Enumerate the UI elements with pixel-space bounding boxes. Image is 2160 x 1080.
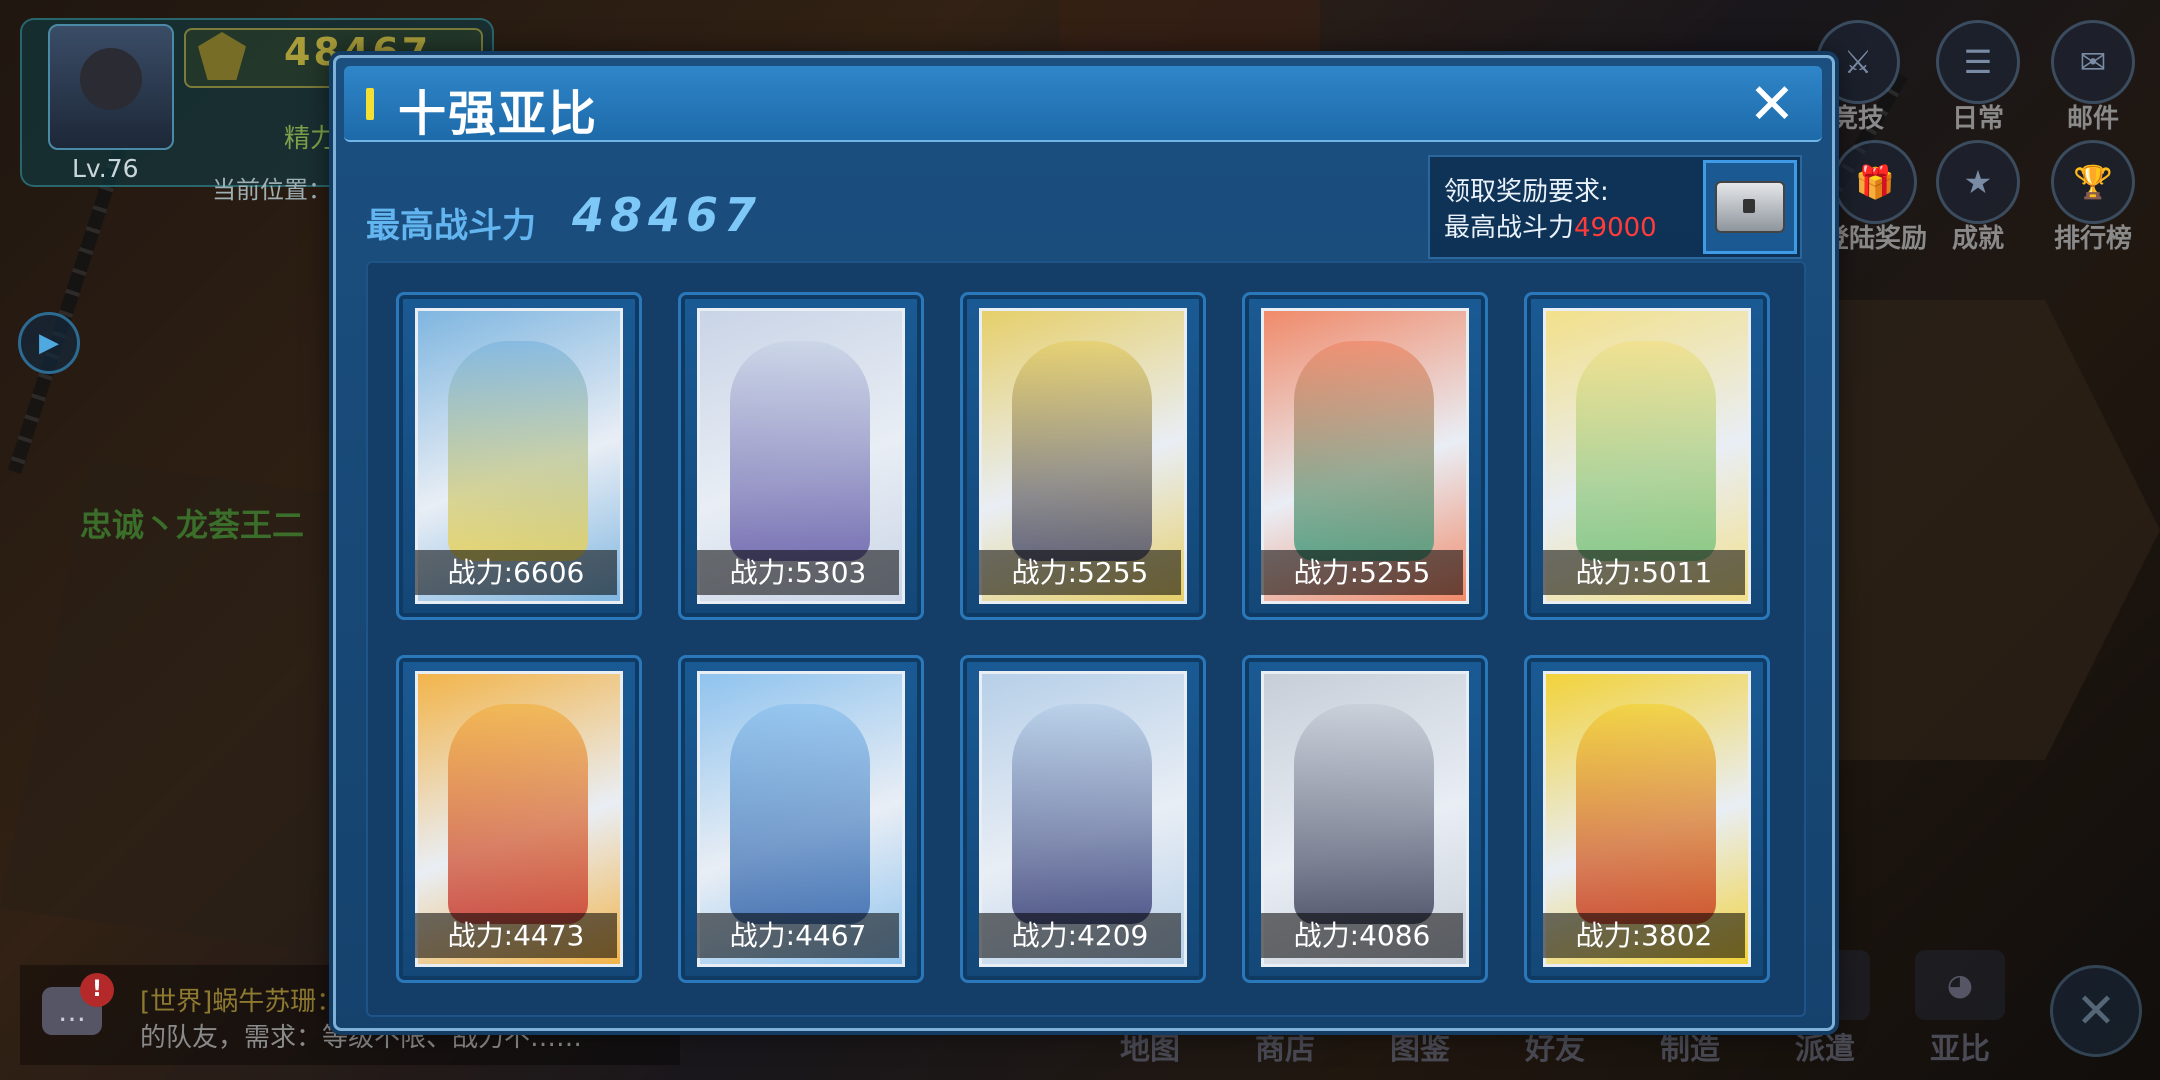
chat-alert-badge: ! (80, 973, 114, 1007)
yabi-figure (730, 704, 870, 924)
top-menu-daily[interactable]: ☰ 日常 (1930, 20, 2026, 135)
reward-requirement: 领取奖励要求: 最高战斗力49000 (1428, 155, 1802, 259)
yabi-grid: 战力:6606 战力:5303 战力:5255 战力:5255 战力:5011 … (366, 261, 1806, 1017)
yabi-figure (1294, 341, 1434, 561)
yabi-power: 战力:4086 (1261, 913, 1463, 958)
player-level: Lv.76 (72, 154, 139, 183)
yabi-card[interactable]: 战力:3802 (1524, 655, 1770, 983)
yabi-power: 战力:3802 (1543, 913, 1745, 958)
reward-requirement-label: 领取奖励要求: (1444, 177, 1609, 207)
yabi-figure (448, 704, 588, 924)
mail-icon: ✉ (2051, 20, 2135, 104)
best-power-value: 48467 (572, 188, 763, 242)
best-power-label: 最高战斗力 (366, 206, 536, 246)
top-menu-mail[interactable]: ✉ 邮件 (2045, 20, 2141, 135)
yabi-figure (1012, 341, 1152, 561)
stamina-label: 精力 (284, 124, 337, 154)
yabi-card[interactable]: 战力:4209 (960, 655, 1206, 983)
yabi-power: 战力:4209 (979, 913, 1181, 958)
yabi-figure (1576, 704, 1716, 924)
yabi-figure (448, 341, 588, 561)
yabi-power: 战力:5255 (979, 550, 1181, 595)
achievement-icon: ★ (1936, 140, 2020, 224)
yabi-card[interactable]: 战力:5303 (678, 292, 924, 620)
dialog-title: 十强亚比 (398, 86, 599, 142)
yabi-figure (1576, 341, 1716, 561)
yabi-card[interactable]: 战力:5255 (1242, 292, 1488, 620)
top-menu-label: 排行榜 (2053, 224, 2132, 254)
treasure-chest-icon (1715, 181, 1785, 233)
ranking-icon: 🏆 (2051, 140, 2135, 224)
dialog-title-bar: 十强亚比 ✕ (344, 66, 1822, 142)
top-menu-label: 邮件 (2066, 104, 2119, 134)
npc-name: 忠诚丶龙荟王二 (80, 506, 305, 544)
yabi-figure (730, 341, 870, 561)
avatar[interactable] (48, 24, 174, 150)
reward-requirement-value: 49000 (1574, 213, 1657, 243)
title-marker (366, 88, 374, 120)
play-icon[interactable]: ▶ (18, 312, 80, 374)
yabi-power: 战力:4467 (697, 913, 899, 958)
top-ten-dialog: 十强亚比 ✕ 最高战斗力 48467 领取奖励要求: 最高战斗力49000 战力… (333, 55, 1835, 1031)
bottom-menu-label: 亚比 (1930, 1032, 1990, 1067)
yabi-figure (1294, 704, 1434, 924)
top-menu-label: 日常 (1951, 104, 2004, 134)
top-menu-ranking[interactable]: 🏆 排行榜 (2045, 140, 2141, 255)
top-menu-label: 成就 (1951, 224, 2004, 254)
yabi-power: 战力:5255 (1261, 550, 1463, 595)
yabi-card[interactable]: 战力:4467 (678, 655, 924, 983)
close-button[interactable]: ✕ (1742, 72, 1802, 137)
menu-close-icon[interactable]: ✕ (2050, 965, 2142, 1057)
top-menu-achievement[interactable]: ★ 成就 (1930, 140, 2026, 255)
yabi-power: 战力:6606 (415, 550, 617, 595)
yabi-card[interactable]: 战力:5255 (960, 292, 1206, 620)
reward-chest-button[interactable] (1703, 160, 1797, 254)
yabi-card[interactable]: 战力:4086 (1242, 655, 1488, 983)
daily-icon: ☰ (1936, 20, 2020, 104)
yabi-power: 战力:4473 (415, 913, 617, 958)
yabi-power: 战力:5303 (697, 550, 899, 595)
yabi-card[interactable]: 战力:6606 (396, 292, 642, 620)
yabi-icon: ◕ (1915, 950, 2005, 1020)
bottom-menu-yabi[interactable]: ◕ 亚比 (1900, 950, 2020, 1068)
yabi-power: 战力:5011 (1543, 550, 1745, 595)
login-reward-icon: 🎁 (1833, 140, 1917, 224)
yabi-card[interactable]: 战力:5011 (1524, 292, 1770, 620)
reward-requirement-text: 最高战斗力49000 (1444, 207, 1657, 244)
reward-requirement-prefix: 最高战斗力 (1444, 213, 1575, 243)
yabi-figure (1012, 704, 1152, 924)
yabi-card[interactable]: 战力:4473 (396, 655, 642, 983)
